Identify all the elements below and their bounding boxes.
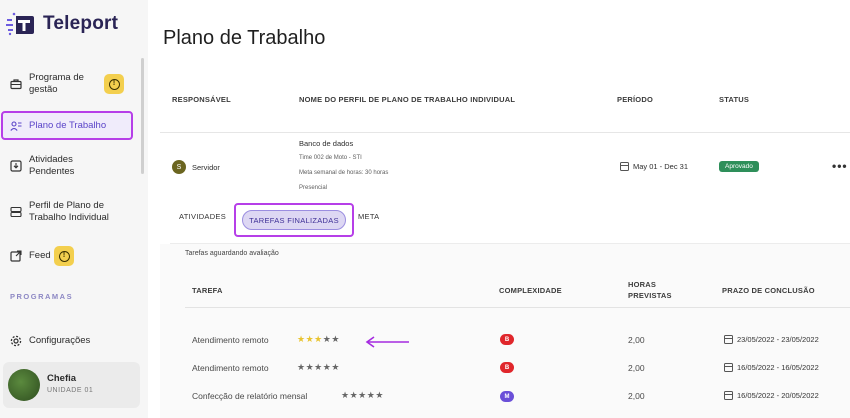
responsavel-name: Servidor bbox=[192, 163, 220, 172]
tab-tarefas-finalizadas[interactable]: TAREFAS FINALIZADAS bbox=[242, 210, 346, 230]
info-icon: ! bbox=[108, 78, 120, 90]
sidebar-item-label: Feed bbox=[29, 250, 51, 261]
rating-stars[interactable]: ★★★★★ bbox=[297, 362, 340, 373]
user-list-icon bbox=[9, 119, 23, 133]
sidebar-scrollbar[interactable] bbox=[141, 58, 144, 174]
deadline-cell: 16/05/2022 - 16/05/2022 bbox=[724, 363, 819, 372]
more-options-button[interactable]: ••• bbox=[832, 159, 848, 173]
calendar-icon bbox=[724, 363, 733, 372]
star-empty-icon[interactable]: ★ bbox=[358, 390, 367, 400]
sidebar-item-plano-de-trabalho[interactable]: Plano de Trabalho bbox=[1, 111, 133, 140]
star-empty-icon[interactable]: ★ bbox=[375, 390, 384, 400]
sidebar-item-atividades-pendentes[interactable]: Atividades Pendentes bbox=[0, 154, 138, 178]
tab-atividades[interactable]: ATIVIDADES bbox=[179, 212, 226, 221]
tasks-note: Tarefas aguardando avaliação bbox=[185, 250, 279, 257]
hours-value: 2,00 bbox=[628, 363, 645, 373]
sidebar: Teleport Programa de gestão ! Plano de T… bbox=[0, 0, 148, 418]
annotation-arrow-icon bbox=[365, 336, 409, 348]
tab-meta[interactable]: META bbox=[358, 212, 379, 221]
deadline-value: 16/05/2022 - 20/05/2022 bbox=[737, 391, 819, 400]
periodo-cell: May 01 - Dec 31 bbox=[620, 162, 688, 171]
star-empty-icon[interactable]: ★ bbox=[297, 362, 306, 372]
sidebar-item-label: Atividades Pendentes bbox=[29, 154, 75, 177]
periodo-value: May 01 - Dec 31 bbox=[633, 162, 689, 171]
star-empty-icon[interactable]: ★ bbox=[306, 362, 315, 372]
deadline-cell: 23/05/2022 - 23/05/2022 bbox=[724, 335, 819, 344]
star-filled-icon[interactable]: ★ bbox=[314, 334, 323, 344]
server-icon bbox=[9, 205, 23, 219]
complexity-badge: B bbox=[500, 362, 514, 373]
logo[interactable]: Teleport bbox=[6, 10, 118, 38]
tasks-header-divider bbox=[185, 307, 850, 308]
rating-stars[interactable]: ★★★★★ bbox=[297, 334, 340, 345]
calendar-icon bbox=[724, 391, 733, 400]
perfil-detail: Presencial bbox=[299, 185, 328, 191]
sidebar-item-label: Configurações bbox=[29, 335, 91, 346]
star-filled-icon[interactable]: ★ bbox=[306, 334, 315, 344]
column-header-status: STATUS bbox=[719, 95, 750, 104]
task-name: Confecção de relatório mensal bbox=[192, 391, 308, 401]
avatar: S bbox=[172, 160, 186, 174]
complexity-badge: M bbox=[500, 391, 514, 402]
column-header-prazo: PRAZO DE CONCLUSÃO bbox=[722, 286, 815, 295]
sidebar-item-label: Perfil de Plano de Trabalho Individual bbox=[29, 200, 109, 223]
complexity-badge: B bbox=[500, 334, 514, 345]
star-filled-icon[interactable]: ★ bbox=[297, 334, 306, 344]
perfil-detail: Time 002 de Moto - STI bbox=[299, 155, 362, 161]
hours-value: 2,00 bbox=[628, 391, 645, 401]
sidebar-item-label: Programa de gestão bbox=[29, 72, 84, 95]
task-name: Atendimento remoto bbox=[192, 363, 269, 373]
user-unit: UNIDADE 01 bbox=[47, 387, 94, 394]
briefcase-icon bbox=[9, 77, 23, 91]
avatar bbox=[8, 369, 40, 401]
star-empty-icon[interactable]: ★ bbox=[341, 390, 350, 400]
header-divider bbox=[160, 132, 850, 133]
info-badge: ! bbox=[104, 74, 124, 94]
sidebar-item-label: Plano de Trabalho bbox=[29, 119, 107, 131]
star-empty-icon[interactable]: ★ bbox=[314, 362, 323, 372]
rating-stars[interactable]: ★★★★★ bbox=[341, 390, 384, 401]
download-box-icon bbox=[9, 159, 23, 173]
perfil-detail: Meta semanal de horas: 30 horas bbox=[299, 170, 389, 176]
perfil-title: Banco de dados bbox=[299, 139, 354, 148]
sidebar-item-feed[interactable]: Feed ! bbox=[0, 246, 138, 266]
sidebar-section-title: PROGRAMAS bbox=[10, 292, 74, 301]
gear-icon bbox=[9, 334, 23, 348]
external-link-icon bbox=[9, 249, 23, 263]
deadline-value: 16/05/2022 - 16/05/2022 bbox=[737, 363, 819, 372]
star-empty-icon[interactable]: ★ bbox=[331, 334, 340, 344]
teleport-logo-icon bbox=[6, 12, 34, 36]
hours-value: 2,00 bbox=[628, 335, 645, 345]
star-empty-icon[interactable]: ★ bbox=[350, 390, 359, 400]
sidebar-item-configuracoes[interactable]: Configurações bbox=[0, 334, 138, 348]
column-header-tarefa: TAREFA bbox=[192, 286, 223, 295]
app-name: Teleport bbox=[43, 13, 119, 34]
app-root: Teleport Programa de gestão ! Plano de T… bbox=[0, 0, 850, 418]
user-card[interactable]: Chefia UNIDADE 01 bbox=[3, 362, 140, 408]
calendar-icon bbox=[724, 335, 733, 344]
feed-badge: ! bbox=[54, 246, 74, 266]
user-name: Chefia bbox=[47, 373, 77, 384]
calendar-icon bbox=[620, 162, 629, 171]
column-header-complexidade: COMPLEXIDADE bbox=[499, 286, 562, 295]
star-empty-icon[interactable]: ★ bbox=[331, 362, 340, 372]
tab-tarefas-finalizadas-highlight: TAREFAS FINALIZADAS bbox=[234, 203, 354, 237]
column-header-responsavel: RESPONSÁVEL bbox=[172, 95, 231, 104]
info-icon: ! bbox=[58, 250, 70, 262]
column-header-periodo: PERÍODO bbox=[617, 95, 653, 104]
task-name: Atendimento remoto bbox=[192, 335, 269, 345]
status-badge: Aprovado bbox=[719, 161, 759, 172]
page-title: Plano de Trabalho bbox=[163, 27, 326, 49]
column-header-nome-perfil: NOME DO PERFIL DE PLANO DE TRABALHO INDI… bbox=[299, 95, 516, 104]
deadline-cell: 16/05/2022 - 20/05/2022 bbox=[724, 391, 819, 400]
column-header-horas: HORAS PREVISTAS bbox=[628, 280, 672, 300]
sidebar-item-programa-de-gestao[interactable]: Programa de gestão ! bbox=[0, 72, 138, 96]
deadline-value: 23/05/2022 - 23/05/2022 bbox=[737, 335, 819, 344]
sidebar-item-perfil-de-plano[interactable]: Perfil de Plano de Trabalho Individual bbox=[0, 200, 138, 224]
